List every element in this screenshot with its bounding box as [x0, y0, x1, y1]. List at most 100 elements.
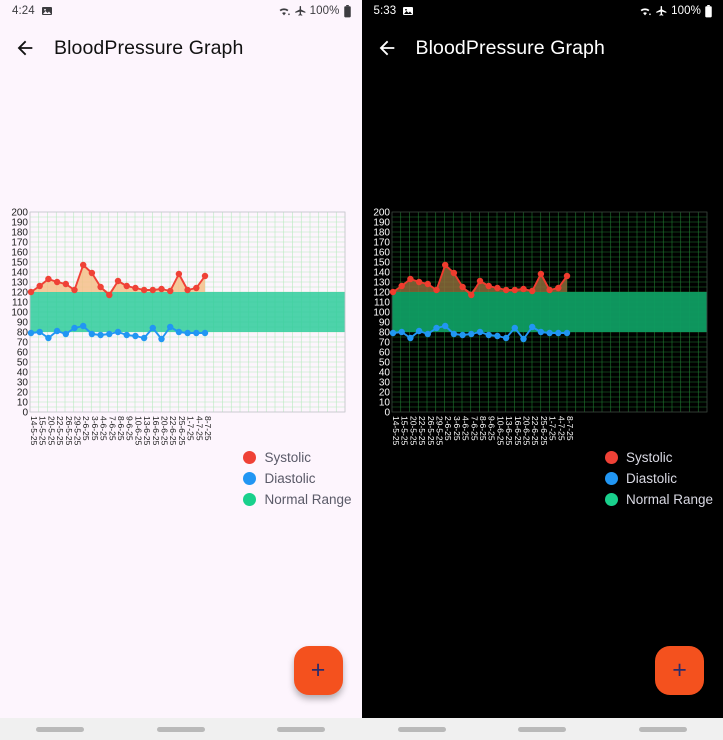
legend-swatch-diastolic	[243, 472, 257, 485]
svg-text:13-6-25: 13-6-25	[504, 416, 514, 446]
svg-text:160: 160	[11, 247, 28, 258]
svg-text:1-7-25: 1-7-25	[186, 416, 196, 441]
legend-swatch-diastolic	[604, 472, 618, 485]
svg-text:80: 80	[17, 327, 29, 338]
home-pill[interactable]	[518, 726, 567, 732]
plus-icon: +	[310, 656, 326, 684]
recents-pill[interactable]	[397, 726, 446, 732]
svg-text:29-5-25: 29-5-25	[73, 416, 83, 446]
svg-text:110: 110	[12, 297, 28, 308]
chart-legend: Systolic Diastolic Normal Range	[243, 450, 352, 507]
svg-text:120: 120	[11, 287, 28, 298]
svg-text:7-6-25: 7-6-25	[107, 416, 117, 441]
image-icon	[402, 5, 414, 17]
svg-text:20-5-25: 20-5-25	[46, 416, 56, 446]
legend-swatch-normal-range	[243, 493, 257, 506]
svg-text:1-7-25: 1-7-25	[547, 416, 557, 441]
svg-text:120: 120	[373, 287, 390, 298]
svg-text:29-5-25: 29-5-25	[434, 416, 444, 446]
svg-text:150: 150	[11, 257, 28, 268]
legend-item-systolic: Systolic	[604, 450, 673, 465]
svg-text:8-7-25: 8-7-25	[203, 416, 213, 441]
legend-label-systolic: Systolic	[625, 450, 673, 465]
legend-label-normal-range: Normal Range	[625, 492, 713, 507]
status-time: 4:24	[12, 5, 35, 17]
status-bar: 4:24 100%	[0, 0, 362, 22]
battery-icon	[704, 4, 713, 18]
svg-text:80: 80	[378, 327, 390, 338]
svg-text:70: 70	[17, 337, 29, 348]
svg-text:160: 160	[373, 247, 390, 258]
svg-text:22-5-25: 22-5-25	[55, 416, 65, 446]
legend-item-normal-range: Normal Range	[243, 492, 352, 507]
svg-text:3-6-25: 3-6-25	[451, 416, 461, 441]
svg-text:200: 200	[11, 207, 28, 218]
home-pill[interactable]	[156, 726, 205, 732]
svg-text:150: 150	[373, 257, 390, 268]
svg-text:170: 170	[11, 237, 28, 248]
svg-text:9-6-25: 9-6-25	[486, 416, 496, 441]
svg-text:2-6-25: 2-6-25	[81, 416, 91, 441]
svg-text:20: 20	[378, 387, 390, 398]
svg-text:8-6-25: 8-6-25	[478, 416, 488, 441]
svg-text:22-6-25: 22-6-25	[530, 416, 540, 446]
legend-swatch-systolic	[604, 451, 618, 464]
wifi-icon	[638, 5, 652, 17]
svg-text:10-6-25: 10-6-25	[133, 416, 143, 446]
svg-text:26-5-25: 26-5-25	[64, 416, 74, 446]
legend-item-normal-range: Normal Range	[604, 492, 713, 507]
add-reading-button[interactable]: +	[655, 646, 704, 695]
svg-text:22-6-25: 22-6-25	[168, 416, 178, 446]
svg-text:9-6-25: 9-6-25	[125, 416, 135, 441]
chart-legend: Systolic Diastolic Normal Range	[604, 450, 713, 507]
svg-text:90: 90	[17, 317, 29, 328]
arrow-back-icon[interactable]	[10, 33, 40, 63]
svg-text:20-6-25: 20-6-25	[521, 416, 531, 446]
svg-text:20-5-25: 20-5-25	[408, 416, 418, 446]
svg-text:20: 20	[17, 387, 29, 398]
plus-icon: +	[672, 656, 687, 684]
app-bar: BloodPressure Graph	[362, 22, 723, 74]
legend-label-diastolic: Diastolic	[625, 471, 677, 486]
svg-text:70: 70	[378, 337, 390, 348]
svg-text:25-6-25: 25-6-25	[538, 416, 548, 446]
airplane-mode-icon	[294, 5, 307, 18]
wifi-icon	[277, 5, 291, 17]
svg-text:10: 10	[17, 397, 29, 408]
svg-text:16-6-25: 16-6-25	[512, 416, 522, 446]
legend-item-diastolic: Diastolic	[243, 471, 315, 486]
legend-label-diastolic: Diastolic	[264, 471, 316, 486]
svg-text:4-6-25: 4-6-25	[99, 416, 109, 441]
arrow-back-icon[interactable]	[372, 33, 402, 63]
legend-label-normal-range: Normal Range	[264, 492, 352, 507]
phone-screen-light: 4:24 100% BloodPressure Graph 0 10 20 30 40 5…	[0, 0, 362, 740]
svg-text:14-5-25: 14-5-25	[29, 416, 39, 446]
legend-swatch-normal-range	[604, 493, 618, 506]
svg-text:4-6-25: 4-6-25	[460, 416, 470, 441]
add-reading-button[interactable]: +	[293, 646, 343, 695]
svg-text:3-6-25: 3-6-25	[90, 416, 100, 441]
svg-text:15-5-25: 15-5-25	[38, 416, 48, 446]
legend-item-diastolic: Diastolic	[604, 471, 677, 486]
svg-text:130: 130	[373, 277, 390, 288]
back-pill[interactable]	[277, 726, 326, 732]
svg-text:170: 170	[373, 237, 390, 248]
svg-text:50: 50	[378, 357, 390, 368]
back-pill[interactable]	[638, 726, 687, 732]
battery-icon	[343, 4, 352, 18]
svg-text:90: 90	[378, 317, 390, 328]
svg-text:190: 190	[11, 217, 28, 228]
svg-text:30: 30	[378, 377, 390, 388]
image-icon	[41, 5, 53, 17]
legend-swatch-systolic	[243, 451, 257, 464]
svg-text:0: 0	[384, 407, 390, 418]
status-bar: 5:33 100%	[362, 0, 723, 22]
svg-text:180: 180	[11, 227, 28, 238]
page-title: BloodPressure Graph	[415, 36, 605, 59]
legend-label-systolic: Systolic	[264, 450, 311, 465]
recents-pill[interactable]	[36, 726, 85, 732]
svg-text:22-5-25: 22-5-25	[417, 416, 427, 446]
svg-text:190: 190	[373, 217, 390, 228]
svg-text:4-7-25: 4-7-25	[194, 416, 204, 441]
svg-text:110: 110	[374, 297, 390, 308]
